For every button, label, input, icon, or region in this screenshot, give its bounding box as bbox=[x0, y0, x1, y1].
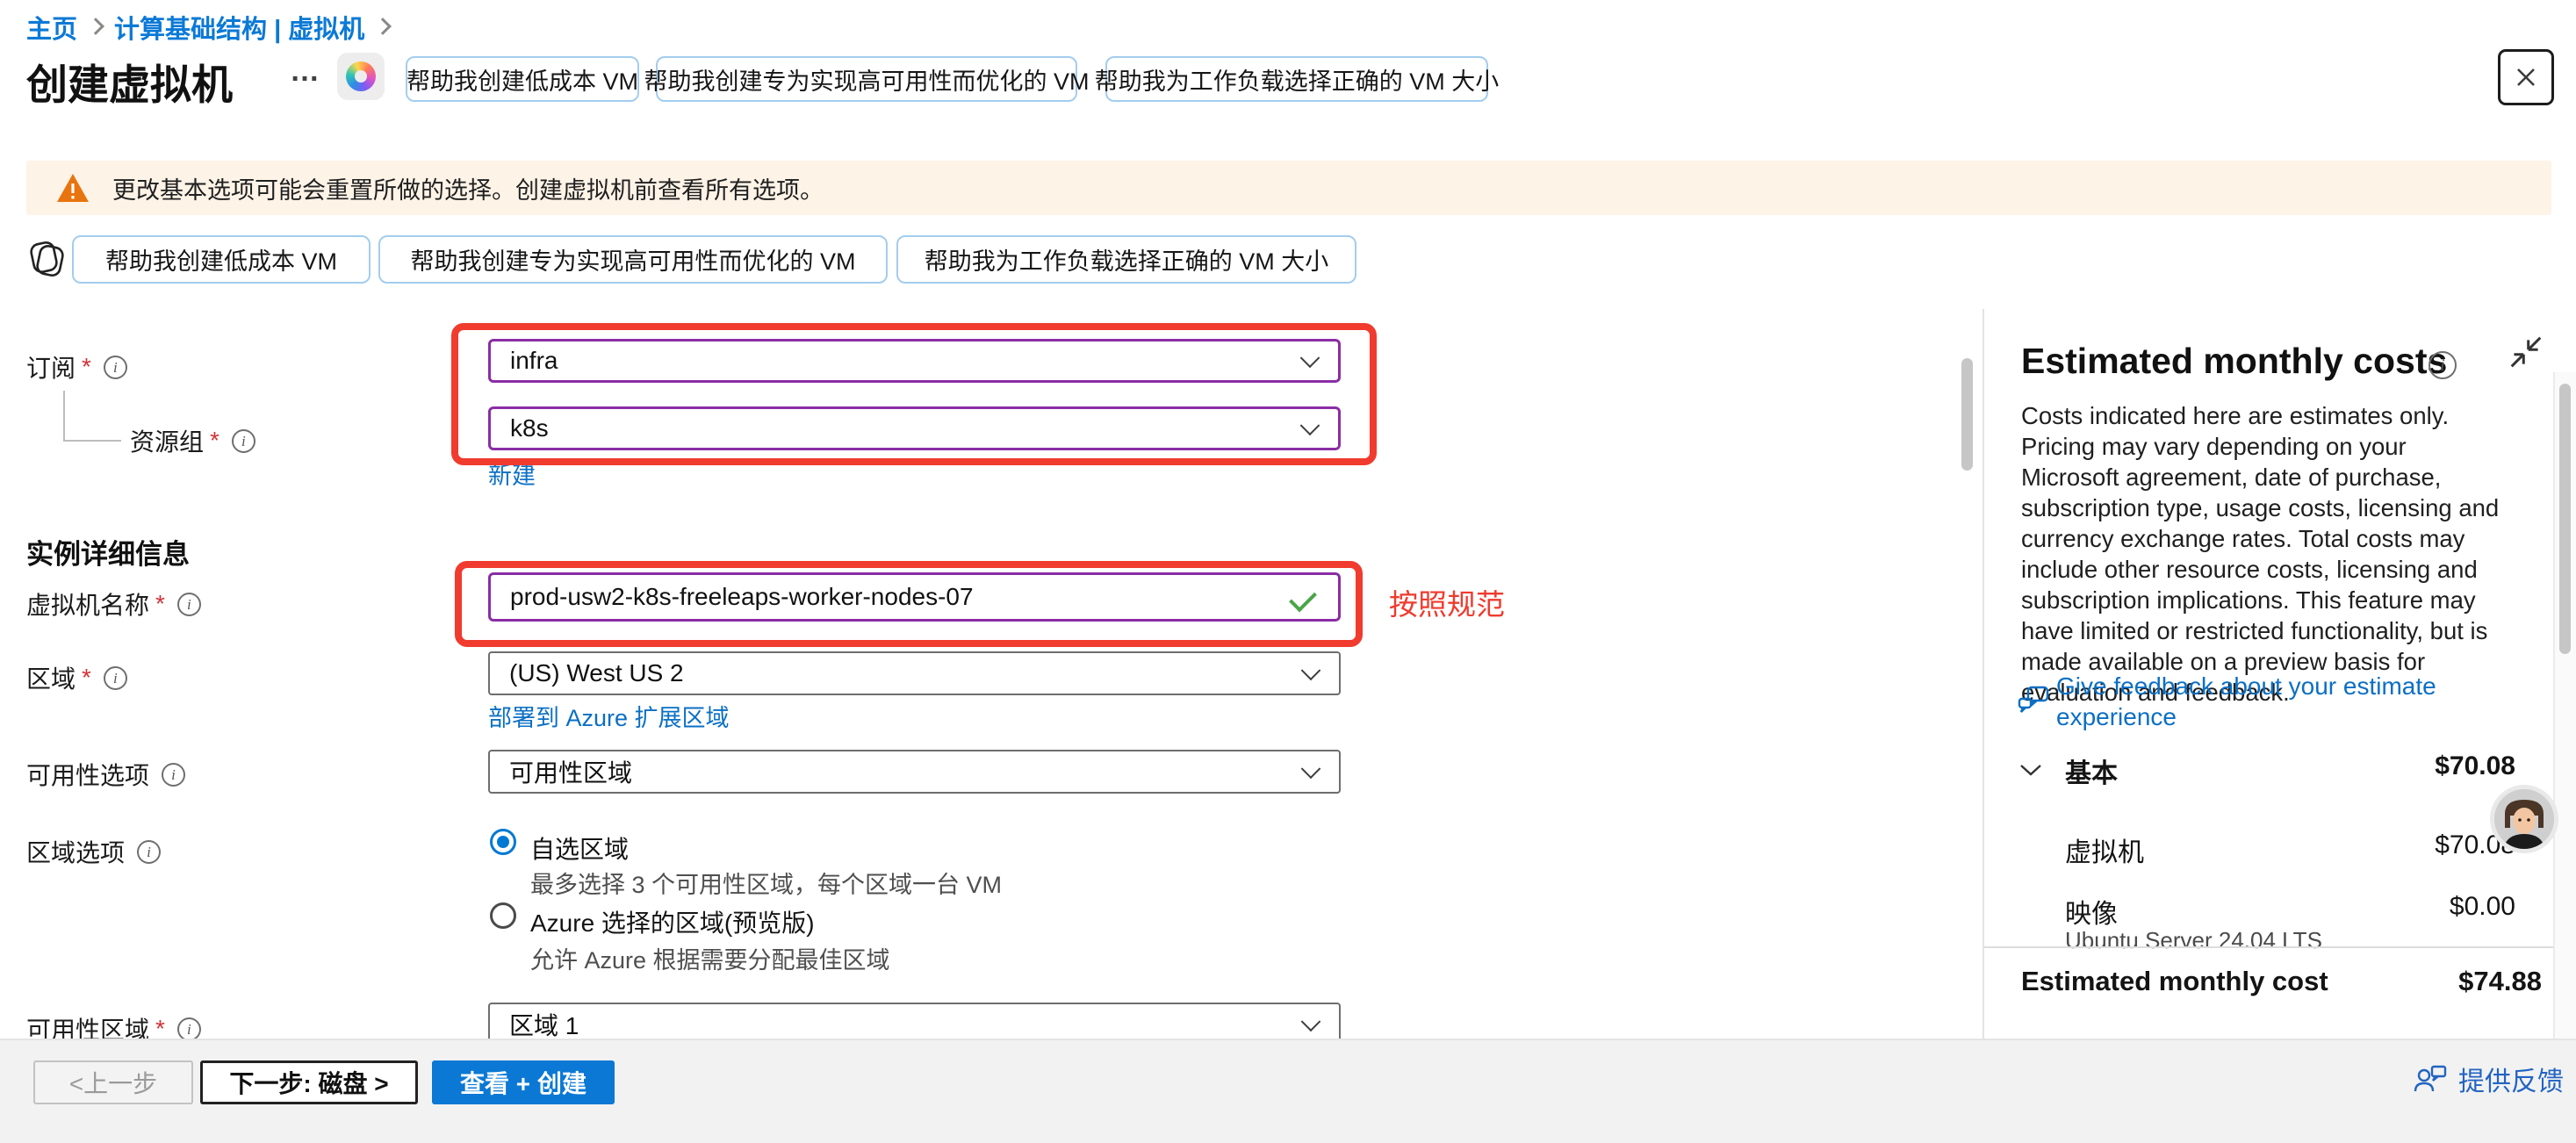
azure-select-zones-description: 允许 Azure 根据需要分配最佳区域 bbox=[530, 941, 890, 975]
subscription-info-icon[interactable]: i bbox=[104, 356, 127, 379]
subscription-label: 订阅 * i bbox=[26, 349, 127, 385]
group-chevron-down-icon[interactable] bbox=[2018, 760, 2044, 780]
self-select-zones-description: 最多选择 3 个可用性区域，每个区域一台 VM bbox=[530, 866, 1002, 900]
person-feedback-icon bbox=[2413, 1061, 2448, 1096]
next-step-disks-button[interactable]: 下一步: 磁盘 > bbox=[200, 1060, 418, 1104]
instance-details-section-title: 实例详细信息 bbox=[26, 532, 190, 572]
feedback-bubbles-icon bbox=[2016, 683, 2051, 718]
cost-item-label: 虚拟机 bbox=[2065, 830, 2144, 869]
resource-group-dropdown[interactable]: k8s bbox=[488, 406, 1341, 450]
cost-panel-info-icon[interactable]: i bbox=[2428, 351, 2457, 379]
chevron-down-icon bbox=[1301, 1011, 1321, 1032]
copilot-outline-icon bbox=[26, 239, 67, 279]
warning-banner-text: 更改基本选项可能会重置所做的选择。创建虚拟机前查看所有选项。 bbox=[112, 171, 824, 205]
breadcrumb-home-link[interactable]: 主页 bbox=[26, 9, 77, 46]
review-create-button[interactable]: 查看 + 创建 bbox=[432, 1060, 615, 1104]
chevron-down-icon bbox=[1300, 348, 1320, 368]
page-scrollbar-thumb[interactable] bbox=[2559, 384, 2571, 654]
page-title: 创建虚拟机 bbox=[26, 51, 233, 111]
breadcrumb-chevron-icon bbox=[87, 18, 104, 35]
chevron-down-icon bbox=[1301, 660, 1321, 680]
cost-item-label: 映像 bbox=[2065, 892, 2118, 931]
give-feedback-label: 提供反馈 bbox=[2458, 1060, 2564, 1098]
availability-options-dropdown[interactable]: 可用性区域 bbox=[488, 750, 1341, 794]
region-info-icon[interactable]: i bbox=[104, 666, 127, 690]
copilot-suggestion-high-availability[interactable]: 帮助我创建专为实现高可用性而优化的 VM bbox=[656, 56, 1077, 102]
field-connector-line bbox=[63, 391, 65, 442]
cost-group-label[interactable]: 基本 bbox=[2065, 751, 2118, 790]
zone-options-label: 区域选项 i bbox=[26, 834, 161, 869]
region-label: 区域 * i bbox=[26, 660, 127, 695]
resource-group-label: 资源组 * i bbox=[130, 423, 255, 458]
vm-name-label: 虚拟机名称 * i bbox=[26, 586, 201, 622]
self-select-zones-radio[interactable] bbox=[490, 829, 516, 855]
chevron-down-icon bbox=[1301, 758, 1321, 779]
wizard-footer: <上一步 下一步: 磁盘 > 查看 + 创建 提供反馈 bbox=[0, 1039, 2576, 1143]
availability-options-info-icon[interactable]: i bbox=[162, 763, 185, 787]
warning-icon bbox=[56, 172, 90, 204]
form-scrollbar-thumb[interactable] bbox=[1961, 358, 1973, 471]
self-select-zones-label: 自选区域 bbox=[530, 830, 629, 866]
assistant-avatar[interactable] bbox=[2490, 785, 2558, 853]
give-feedback-link[interactable]: 提供反馈 bbox=[2413, 1060, 2564, 1098]
cost-panel-description: Costs indicated here are estimates only.… bbox=[2021, 400, 2509, 708]
required-marker: * bbox=[210, 427, 219, 455]
copilot-suggestion-right-size[interactable]: 帮助我为工作负载选择正确的 VM 大小 bbox=[1105, 56, 1488, 102]
close-icon bbox=[2513, 64, 2539, 90]
availability-options-label: 可用性选项 i bbox=[26, 757, 185, 792]
annotation-note: 按照规范 bbox=[1389, 581, 1505, 623]
resource-group-info-icon[interactable]: i bbox=[232, 429, 255, 453]
availability-zone-info-icon[interactable]: i bbox=[177, 1017, 201, 1041]
breadcrumb-chevron-icon bbox=[374, 18, 392, 35]
copilot-button[interactable] bbox=[337, 53, 385, 100]
vm-name-info-icon[interactable]: i bbox=[177, 593, 201, 616]
azure-select-zones-label: Azure 选择的区域(预览版) bbox=[530, 904, 815, 939]
close-button[interactable] bbox=[2498, 49, 2554, 105]
copilot-suggestion-high-availability[interactable]: 帮助我创建专为实现高可用性而优化的 VM bbox=[378, 235, 888, 284]
copilot-suggestion-low-cost-vm[interactable]: 帮助我创建低成本 VM bbox=[406, 56, 639, 102]
copilot-suggestion-right-size[interactable]: 帮助我为工作负载选择正确的 VM 大小 bbox=[896, 235, 1356, 284]
cost-item-amount: $70.08 bbox=[2283, 830, 2515, 860]
previous-step-button[interactable]: <上一步 bbox=[33, 1060, 193, 1104]
vm-name-input[interactable]: prod-usw2-k8s-freeleaps-worker-nodes-07 bbox=[488, 572, 1341, 622]
deploy-extended-zone-link[interactable]: 部署到 Azure 扩展区域 bbox=[488, 699, 730, 733]
required-marker: * bbox=[155, 590, 165, 618]
chevron-down-icon bbox=[1300, 415, 1320, 435]
subscription-dropdown[interactable]: infra bbox=[488, 339, 1341, 383]
cost-item-amount: $0.00 bbox=[2283, 892, 2515, 922]
field-connector-line bbox=[63, 440, 121, 442]
cost-panel-title: Estimated monthly costs bbox=[2021, 341, 2447, 382]
cost-group-amount: $70.08 bbox=[2283, 751, 2515, 781]
estimate-feedback-link[interactable]: Give feedback about your estimate experi… bbox=[2056, 671, 2495, 732]
breadcrumb-vm-link[interactable]: 计算基础结构 | 虚拟机 bbox=[114, 9, 364, 46]
required-marker: * bbox=[82, 353, 91, 381]
cost-item-sublabel: Ubuntu Server 24.04 LTS bbox=[2065, 927, 2322, 954]
avatar-face-icon bbox=[2494, 789, 2554, 849]
create-vm-page: 主页 计算基础结构 | 虚拟机 创建虚拟机 … 帮助我创建低成本 VM 帮助我创… bbox=[0, 0, 2576, 1143]
create-new-resource-group-link[interactable]: 新建 bbox=[488, 456, 536, 491]
copilot-suggestion-low-cost-vm[interactable]: 帮助我创建低成本 VM bbox=[72, 235, 371, 284]
collapse-panel-icon[interactable] bbox=[2509, 335, 2543, 369]
required-marker: * bbox=[82, 664, 91, 692]
region-dropdown[interactable]: (US) West US 2 bbox=[488, 651, 1341, 695]
more-menu-button[interactable]: … bbox=[290, 54, 322, 89]
valid-check-icon bbox=[1289, 585, 1317, 613]
zone-options-info-icon[interactable]: i bbox=[137, 840, 161, 864]
breadcrumb: 主页 计算基础结构 | 虚拟机 bbox=[26, 9, 401, 46]
copilot-logo-icon bbox=[346, 61, 376, 91]
cost-total-amount: $74.88 bbox=[2327, 966, 2542, 997]
azure-select-zones-radio[interactable] bbox=[490, 902, 516, 929]
panel-divider bbox=[1982, 309, 1984, 1039]
cost-total-label: Estimated monthly cost bbox=[2021, 966, 2328, 997]
cost-total-divider bbox=[1984, 946, 2553, 948]
warning-banner: 更改基本选项可能会重置所做的选择。创建虚拟机前查看所有选项。 bbox=[26, 161, 2551, 215]
